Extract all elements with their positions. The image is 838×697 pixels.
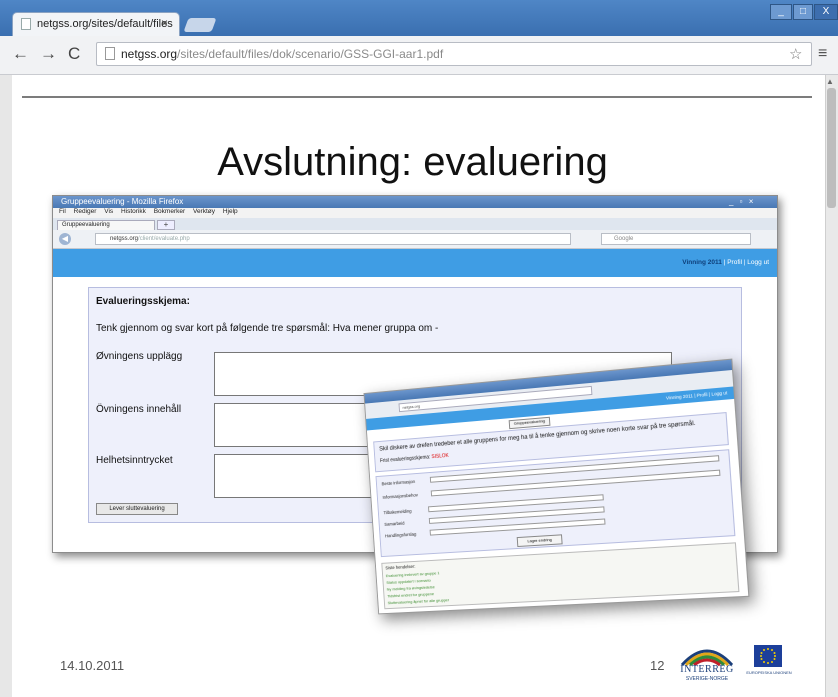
address-bar[interactable]: netgss.org/sites/default/files/dok/scena… [96, 42, 812, 66]
field-label-innehall: Övningens innehåll [96, 404, 182, 415]
minimize-button[interactable]: _ [770, 4, 792, 20]
field-label-helhet: Helhetsinntrycket [96, 455, 173, 466]
ff-menu-item: Vis [104, 208, 114, 215]
browser-tab[interactable]: netgss.org/sites/default/files × [12, 12, 180, 36]
eu-logo-text: EUROPEISKA UNIONEN [746, 670, 792, 675]
eu-flag-icon [754, 645, 782, 667]
field-label-upplagg: Øvningens upplägg [96, 351, 183, 362]
ff-tabrow: Gruppeevaluering + [53, 218, 777, 230]
form-heading: Evalueringsskjema: [96, 296, 190, 307]
screenshot-tilted-page: netgss.org Vinning 2011 | Profil | Logg … [363, 358, 750, 615]
ff-url: netgss.org/client/evaluate.php [95, 233, 571, 245]
tab-title: netgss.org/sites/default/files [37, 18, 173, 30]
ff-back-icon: ◀ [59, 233, 71, 245]
ff-tab: Gruppeevaluering [57, 220, 155, 230]
slide-page-number: 12 [650, 658, 665, 673]
ff-menu-item: Bokmerker [153, 208, 186, 215]
maximize-button[interactable]: □ [793, 4, 813, 20]
new-tab-button[interactable] [183, 18, 217, 32]
ff-menu-item: Verktøy [192, 208, 216, 215]
back-arrow-icon[interactable]: ← [12, 44, 29, 64]
ff-search: Google [601, 233, 751, 245]
interreg-logo-text: INTERREG [680, 664, 734, 675]
slide-date: 14.10.2011 [60, 658, 125, 673]
interreg-logo-subtext: SVERIGE-NORGE [685, 676, 729, 682]
ff-header-links: Vinning 2011 | Profil | Logg ut [682, 259, 769, 266]
ff-header-bar: Vinning 2011 | Profil | Logg ut [53, 249, 777, 277]
slide-divider [22, 96, 812, 98]
form-intro: Tenk gjennom og svar kort på følgende tr… [96, 323, 439, 334]
bookmark-star-icon[interactable]: ☆ [789, 45, 802, 63]
ff-menu-item: Hjelp [222, 208, 238, 215]
scroll-up-icon[interactable]: ▲ [826, 77, 834, 86]
slide-title: Avslutning: evaluering [217, 140, 608, 184]
page-icon [21, 18, 31, 30]
ff-window-title: Gruppeevaluering - Mozilla Firefox [61, 197, 184, 206]
reload-icon[interactable]: C [68, 44, 80, 64]
page-icon [105, 47, 115, 60]
forward-arrow-icon[interactable]: → [40, 44, 57, 64]
ff-newtab-icon: + [157, 220, 175, 230]
ff-menu-item: Fil [59, 208, 66, 215]
url-text: netgss.org/sites/default/files/dok/scena… [121, 47, 444, 61]
ff-menu-item: Historikk [120, 208, 146, 215]
ff-window-buttons: _ ▫ × [729, 197, 756, 206]
close-button[interactable]: X [814, 4, 838, 20]
s2-header-links: Vinning 2011 | Profil | Logg ut [665, 390, 728, 401]
window-titlebar: netgss.org/sites/default/files × _ □ X [0, 0, 838, 36]
browser-toolbar: ← → C netgss.org/sites/default/files/dok… [0, 36, 838, 75]
scrollbar-thumb[interactable] [827, 88, 836, 208]
tab-close-icon[interactable]: × [161, 16, 168, 30]
ff-menubar: Fil Rediger Vis Historikk Bokmerker Verk… [53, 208, 777, 218]
menu-icon[interactable]: ≡ [818, 45, 827, 63]
ff-menu-item: Rediger [73, 208, 97, 215]
ff-titlebar: Gruppeevaluering - Mozilla Firefox _ ▫ × [53, 196, 777, 208]
submit-button: Lever sluttevaluering [96, 503, 178, 515]
ff-navbar: ◀ netgss.org/client/evaluate.php Google [53, 230, 777, 249]
